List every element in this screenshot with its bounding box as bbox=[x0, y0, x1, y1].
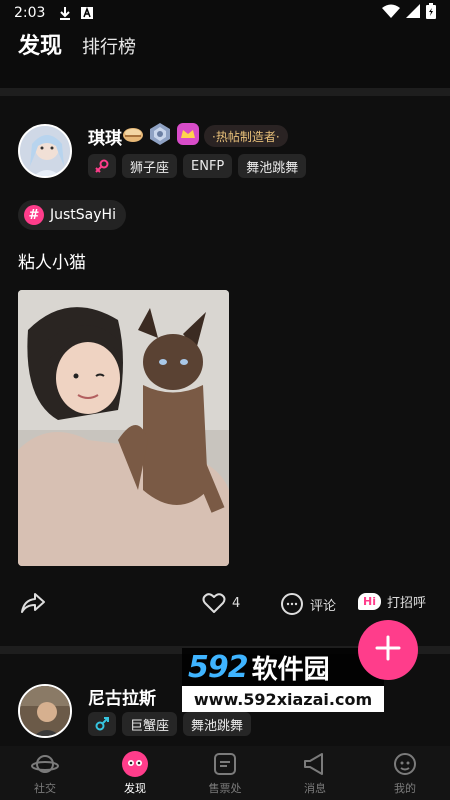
female-icon bbox=[88, 154, 116, 178]
nav-label: 我的 bbox=[394, 782, 416, 795]
nav-label: 社交 bbox=[34, 782, 56, 795]
planet-icon bbox=[31, 750, 59, 778]
bread-icon bbox=[122, 123, 144, 149]
greet-label: 打招呼 bbox=[386, 596, 426, 611]
status-time: 2:03 bbox=[14, 5, 46, 21]
tab-ranking[interactable]: 排行榜 bbox=[82, 33, 136, 59]
level-shield-icon bbox=[148, 122, 172, 150]
profile-tags: 巨蟹座 舞池跳舞 bbox=[88, 712, 252, 736]
tag-zodiac: 巨蟹座 bbox=[122, 712, 178, 736]
share-icon[interactable] bbox=[20, 592, 46, 614]
nav-label: 消息 bbox=[304, 782, 326, 795]
discover-icon bbox=[121, 750, 149, 778]
nav-ticket[interactable]: 售票处 bbox=[180, 746, 270, 800]
profile-icon bbox=[391, 750, 419, 778]
hashtag-icon: # bbox=[24, 205, 44, 225]
watermark-brand-number: 592 bbox=[188, 649, 249, 685]
post-image[interactable] bbox=[18, 290, 229, 566]
nav-label: 发现 bbox=[124, 782, 146, 795]
bottom-nav: 社交 发现 售票处 消息 我的 bbox=[0, 746, 450, 800]
avatar[interactable] bbox=[18, 124, 72, 178]
create-post-button[interactable] bbox=[358, 620, 418, 680]
hot-post-badge: ·热帖制造者· bbox=[204, 125, 288, 147]
battery-icon bbox=[426, 3, 436, 23]
post-actions: 4 评论 Hi 打招呼 bbox=[0, 592, 450, 620]
watermark: 592 软件园 www.592xiazai.com bbox=[182, 648, 384, 714]
male-icon bbox=[88, 712, 116, 736]
ticket-icon bbox=[211, 750, 239, 778]
nav-label: 售票处 bbox=[208, 782, 242, 795]
comment-label: 评论 bbox=[310, 598, 337, 614]
like-count: 4 bbox=[232, 595, 241, 611]
username[interactable]: 琪琪 bbox=[88, 124, 122, 149]
top-nav: 发现 排行榜 bbox=[0, 28, 450, 70]
nav-messages[interactable]: 消息 bbox=[270, 746, 360, 800]
plus-icon bbox=[375, 635, 401, 665]
megaphone-icon bbox=[301, 750, 329, 778]
tab-discover[interactable]: 发现 bbox=[18, 28, 62, 60]
watermark-url: www.592xiazai.com bbox=[182, 686, 384, 712]
crown-badge-icon bbox=[176, 122, 200, 150]
nav-discover[interactable]: 发现 bbox=[90, 746, 180, 800]
topic-label: JustSayHi bbox=[50, 207, 116, 223]
status-bar: 2:03 bbox=[0, 0, 450, 26]
like-button[interactable]: 4 bbox=[202, 592, 240, 614]
nav-profile[interactable]: 我的 bbox=[360, 746, 450, 800]
download-icon bbox=[57, 5, 73, 21]
signal-icon bbox=[406, 4, 420, 22]
nav-social[interactable]: 社交 bbox=[0, 746, 90, 800]
status-icons bbox=[382, 3, 436, 23]
tag-zodiac: 狮子座 bbox=[122, 154, 178, 178]
wifi-icon bbox=[382, 4, 400, 22]
section-divider bbox=[0, 88, 450, 96]
hi-badge: Hi bbox=[358, 593, 381, 610]
tag-interest: 舞池跳舞 bbox=[183, 712, 252, 736]
post-text: 粘人小猫 bbox=[18, 253, 86, 273]
app-notification-icon bbox=[79, 5, 95, 21]
tag-interest: 舞池跳舞 bbox=[238, 154, 307, 178]
greet-button[interactable]: Hi 打招呼 bbox=[358, 592, 426, 611]
username[interactable]: 尼古拉斯 bbox=[88, 684, 156, 709]
tag-mbti: ENFP bbox=[183, 154, 233, 178]
comment-button[interactable]: 评论 bbox=[280, 592, 336, 616]
profile-tags: 狮子座 ENFP 舞池跳舞 bbox=[88, 154, 307, 178]
watermark-brand-name: 软件园 bbox=[251, 654, 330, 685]
topic-chip[interactable]: # JustSayHi bbox=[18, 200, 126, 230]
user-badges: ·热帖制造者· bbox=[122, 122, 288, 150]
avatar[interactable] bbox=[18, 684, 72, 738]
post-card[interactable]: 琪琪 ·热帖制造者· 狮子座 ENFP 舞池跳舞 # JustSayHi 粘人小… bbox=[0, 96, 450, 646]
